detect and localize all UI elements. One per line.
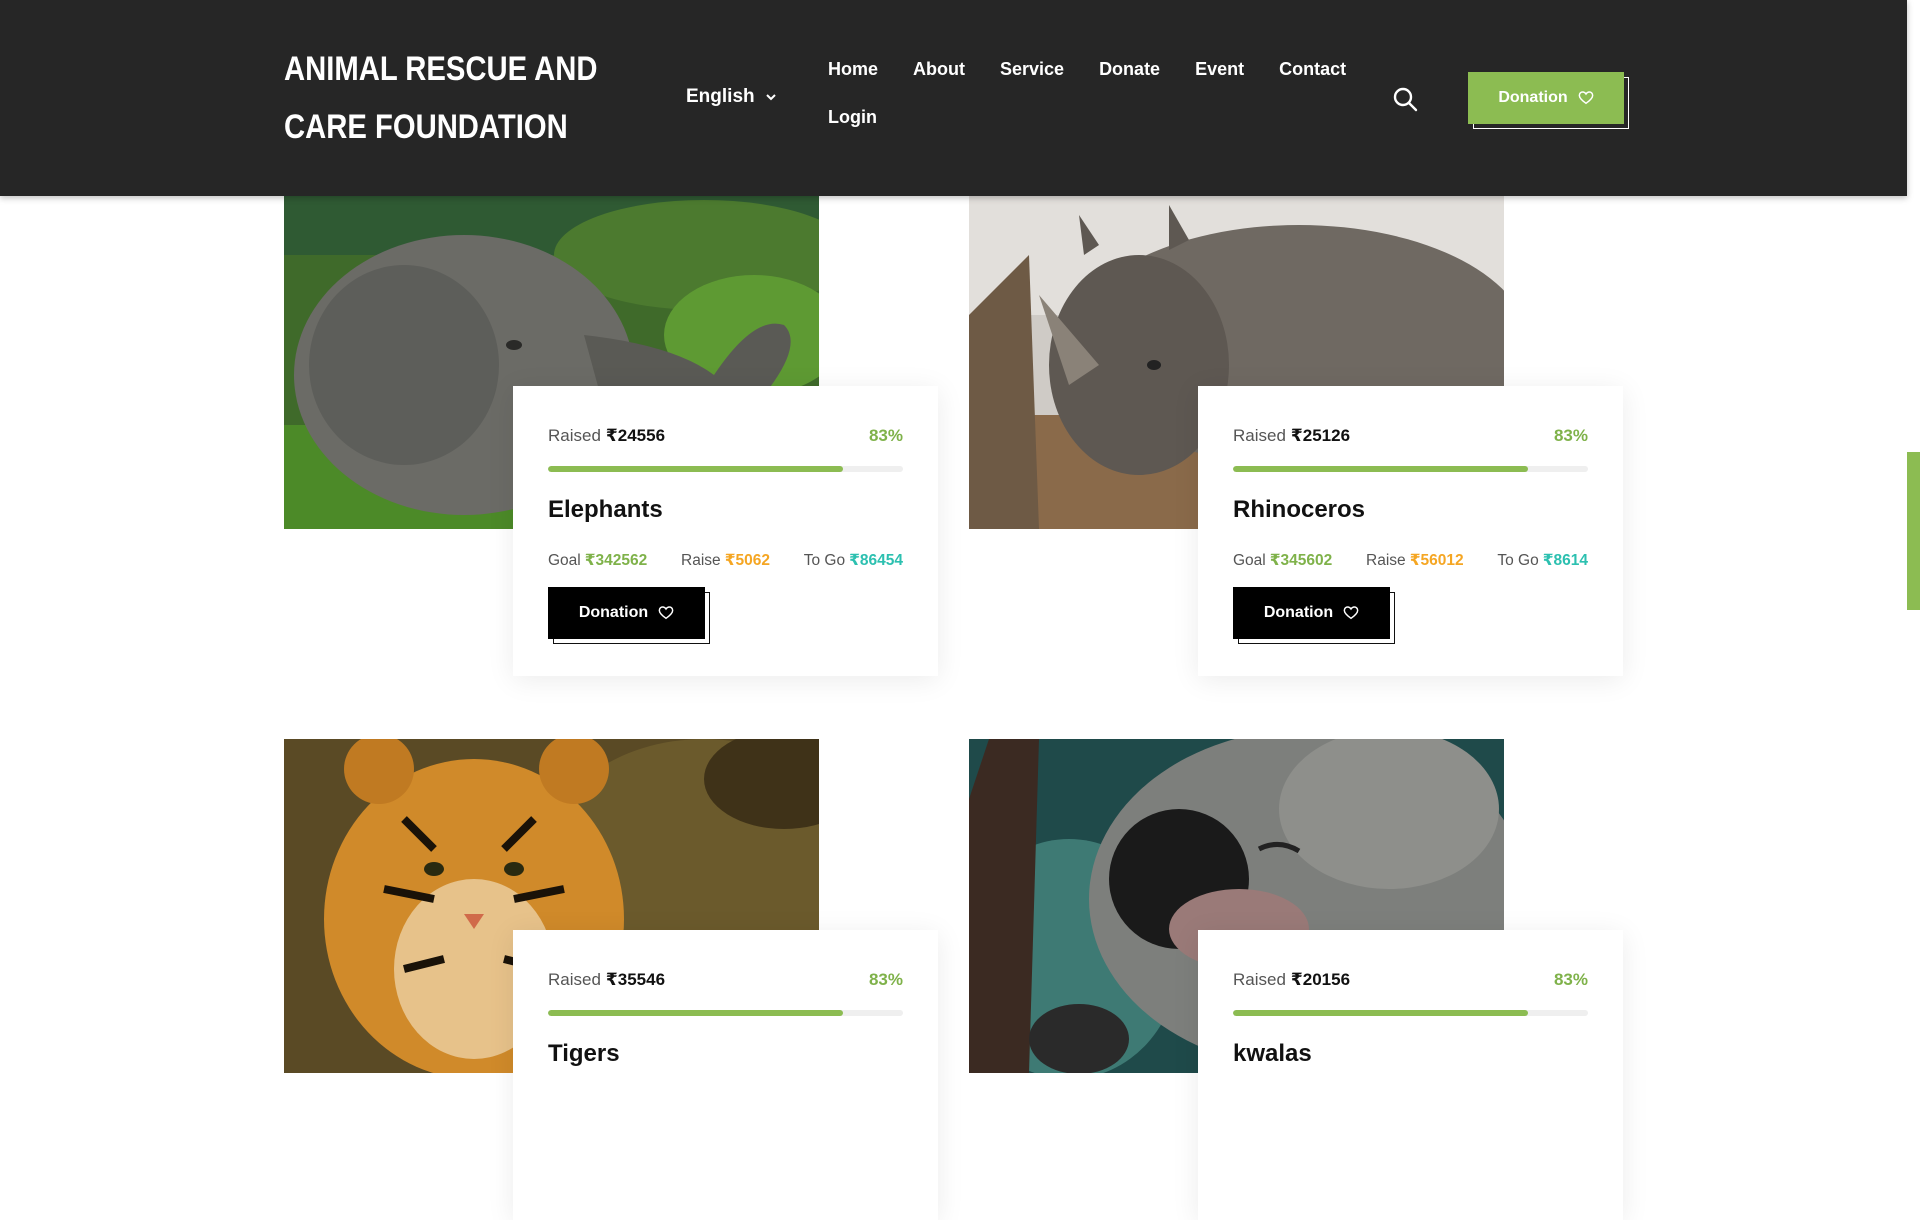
donation-label: Donation	[578, 604, 649, 621]
raised-row: Raised ₹35546 83%	[548, 970, 903, 990]
progress-fill	[548, 466, 843, 472]
page-scrollbar[interactable]	[1907, 0, 1920, 1080]
nav-donate[interactable]: Donate	[1099, 58, 1160, 80]
togo-value: ₹86454	[849, 552, 903, 569]
campaign-stats: Goal ₹342562 Raise ₹5062 To Go ₹86454	[548, 551, 903, 570]
raise-value: ₹56012	[1409, 552, 1464, 569]
progress-fill	[1233, 1010, 1528, 1016]
header-donation-button[interactable]: Donation	[1468, 72, 1624, 124]
donation-button[interactable]: Donation	[1233, 587, 1390, 639]
raised-amount: ₹35546	[605, 970, 666, 989]
nav-home[interactable]: Home	[828, 58, 878, 80]
nav-about[interactable]: About	[913, 58, 965, 80]
progress-bar	[548, 466, 903, 472]
language-label: English	[686, 86, 755, 107]
nav-event[interactable]: Event	[1195, 58, 1244, 80]
donation-button-wrap: Donation	[1233, 587, 1395, 644]
site-header: ANIMAL RESCUE AND CARE FOUNDATION Englis…	[0, 0, 1907, 196]
raise-stat: Raise ₹56012	[1366, 551, 1464, 570]
heart-icon	[1578, 91, 1594, 105]
campaign-info-panel: Raised ₹20156 83% kwalas	[1198, 930, 1623, 1220]
header-donation-label: Donation	[1498, 89, 1568, 106]
percent-label: 83%	[868, 426, 903, 445]
goal-stat: Goal ₹345602	[1233, 551, 1332, 570]
raise-value: ₹5062	[724, 552, 770, 569]
progress-fill	[548, 1010, 843, 1016]
togo-value: ₹8614	[1542, 552, 1588, 569]
donation-button-wrap: Donation	[548, 587, 710, 644]
progress-bar	[548, 1010, 903, 1016]
language-selector[interactable]: English	[686, 86, 777, 108]
raised-row: Raised ₹20156 83%	[1233, 970, 1588, 990]
goal-stat: Goal ₹342562	[548, 551, 647, 570]
header-donation-button-wrap: Donation	[1468, 72, 1629, 129]
raised-row: Raised ₹25126 83%	[1233, 426, 1588, 446]
search-icon[interactable]	[1392, 86, 1418, 112]
nav-contact[interactable]: Contact	[1279, 58, 1346, 80]
campaign-title[interactable]: kwalas	[1233, 1040, 1312, 1068]
main-navigation: Home About Service Donate Event Contact …	[828, 58, 1348, 128]
chevron-down-icon	[765, 94, 776, 101]
campaign-info-panel: Raised ₹25126 83% Rhinoceros Goal ₹345602 …	[1198, 386, 1623, 676]
raise-stat: Raise ₹5062	[681, 551, 770, 570]
campaign-title[interactable]: Rhinoceros	[1233, 496, 1365, 524]
campaign-title[interactable]: Tigers	[548, 1040, 620, 1068]
raised-amount: ₹25126	[1290, 426, 1351, 445]
percent-label: 83%	[1553, 970, 1588, 989]
campaign-info-panel: Raised ₹35546 83% Tigers	[513, 930, 938, 1220]
donation-label: Donation	[1263, 604, 1334, 621]
togo-stat: To Go ₹86454	[804, 551, 903, 570]
togo-stat: To Go ₹8614	[1497, 551, 1588, 570]
goal-value: ₹345602	[1269, 552, 1333, 569]
progress-bar	[1233, 1010, 1588, 1016]
goal-label: Goal	[1233, 552, 1266, 569]
campaign-title[interactable]: Elephants	[548, 496, 663, 524]
raised-label: Raised	[1233, 970, 1286, 989]
heart-icon	[658, 606, 674, 620]
togo-label: To Go	[1497, 552, 1539, 569]
percent-label: 83%	[1553, 426, 1588, 445]
raised-label: Raised	[548, 970, 601, 989]
brand-logo-text[interactable]: ANIMAL RESCUE AND CARE FOUNDATION	[284, 40, 611, 156]
raise-label: Raise	[1366, 552, 1406, 569]
goal-value: ₹342562	[584, 552, 648, 569]
raised-amount: ₹24556	[605, 426, 666, 445]
heart-icon	[1343, 606, 1359, 620]
progress-bar	[1233, 466, 1588, 472]
raised-amount: ₹20156	[1290, 970, 1351, 989]
percent-label: 83%	[868, 970, 903, 989]
campaign-stats: Goal ₹345602 Raise ₹56012 To Go ₹8614	[1233, 551, 1588, 570]
raised-label: Raised	[548, 426, 601, 445]
campaign-info-panel: Raised ₹24556 83% Elephants Goal ₹342562 R…	[513, 386, 938, 676]
progress-fill	[1233, 466, 1528, 472]
scrollbar-thumb[interactable]	[1907, 452, 1920, 610]
goal-label: Goal	[548, 552, 581, 569]
donation-button[interactable]: Donation	[548, 587, 705, 639]
raised-label: Raised	[1233, 426, 1286, 445]
raised-row: Raised ₹24556 83%	[548, 426, 903, 446]
raise-label: Raise	[681, 552, 721, 569]
nav-login[interactable]: Login	[828, 106, 877, 128]
togo-label: To Go	[803, 552, 846, 569]
nav-service[interactable]: Service	[1000, 58, 1064, 80]
